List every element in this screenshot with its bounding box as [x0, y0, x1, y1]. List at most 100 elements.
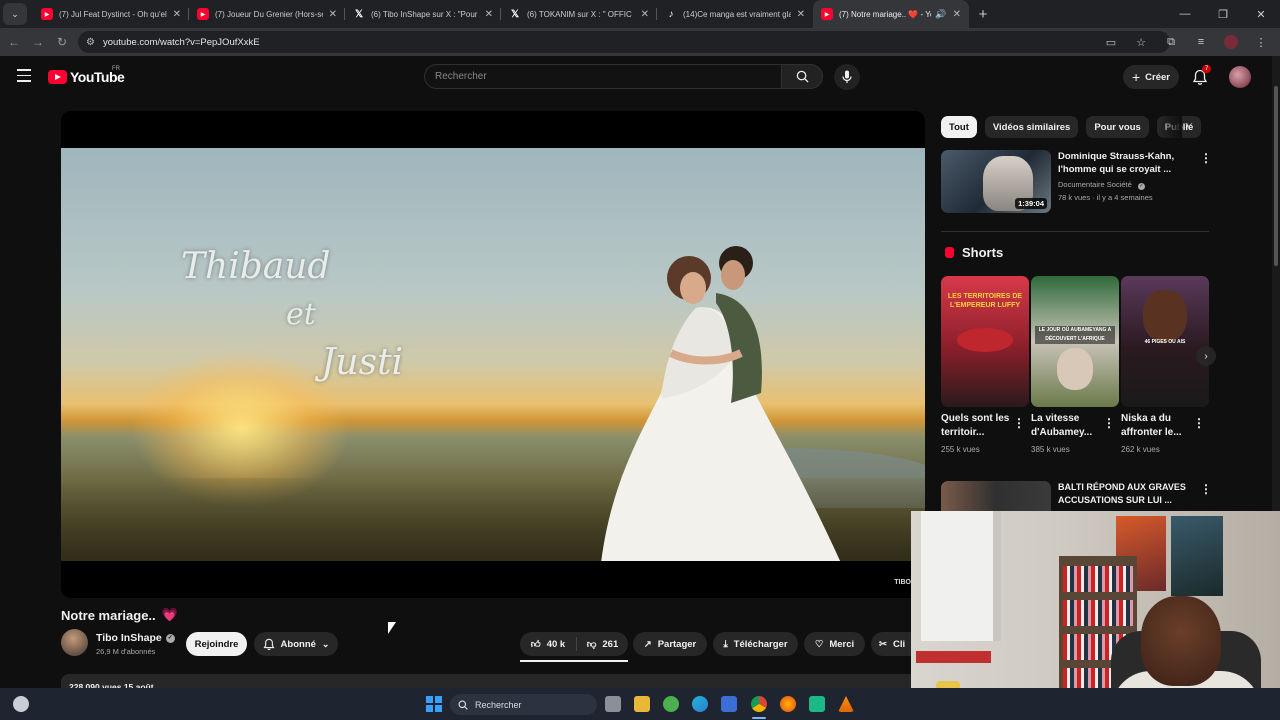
start-icon[interactable] — [426, 696, 442, 712]
chevron-right-icon[interactable]: › — [1196, 346, 1216, 366]
close-window-icon[interactable]: ✕ — [1242, 0, 1280, 28]
close-icon[interactable]: ✕ — [641, 9, 649, 20]
speaker-icon[interactable]: 🔊 — [935, 9, 946, 20]
app-icon[interactable] — [809, 696, 825, 712]
profile-icon[interactable] — [1220, 32, 1242, 52]
chrome-icon[interactable] — [751, 696, 767, 712]
browser-tab-strip: ⌄ ▶ (7) Jul Feat Dystinct - Oh qu'elle ✕… — [0, 0, 1280, 28]
chip-similar[interactable]: Vidéos similaires — [984, 116, 1079, 138]
minimize-icon[interactable]: — — [1166, 0, 1204, 28]
short-title[interactable]: La vitesse d'Aubamey... — [1031, 412, 1101, 440]
tab-2[interactable]: 𝕏 (6) Tibo InShape sur X : "Pour s ✕ — [345, 0, 501, 28]
close-icon[interactable]: ✕ — [173, 9, 181, 20]
scrollbar[interactable] — [1272, 56, 1280, 511]
firefox-icon[interactable] — [780, 696, 796, 712]
recommendation-info[interactable]: Dominique Strauss-Kahn, l'homme qui se c… — [1058, 150, 1194, 204]
search-button[interactable] — [781, 64, 823, 89]
url-field[interactable]: ⚙ youtube.com/watch?v=PepJOufXxkE — [78, 31, 1170, 53]
more-options-icon[interactable]: ⋮ — [1013, 416, 1025, 430]
thanks-label: Merci — [829, 638, 855, 650]
tab-4[interactable]: ♪ (14)Ce manga est vraiment gla ✕ — [657, 0, 813, 28]
tab-search-button[interactable]: ⌄ — [3, 3, 27, 25]
recommendation-thumbnail[interactable] — [941, 481, 1051, 515]
subscribed-button[interactable]: Abonné ⌄ — [254, 632, 338, 656]
shorts-heading: Shorts — [945, 245, 1003, 260]
chip-for-you[interactable]: Pour vous — [1086, 116, 1149, 138]
vlc-icon[interactable] — [838, 696, 854, 712]
share-icon: ↗ — [643, 638, 652, 650]
short-thumbnail[interactable]: LE JOUR OÙ AUBAMEYANG A DÉCOUVERT L'AFRI… — [1031, 276, 1119, 407]
extensions-icon[interactable]: ⧉ — [1160, 32, 1182, 52]
close-icon[interactable]: ✕ — [485, 9, 493, 20]
shorts-heading-text: Shorts — [962, 245, 1004, 260]
tab-3[interactable]: 𝕏 (6) TOKANIM sur X : " OFFIC ✕ — [501, 0, 657, 28]
close-icon[interactable]: ✕ — [953, 9, 961, 20]
recommendation-channel: Documentaire Société ✓ — [1058, 178, 1194, 191]
taskbar-search[interactable]: Rechercher — [450, 694, 597, 715]
address-bar-row: ← → ↻ ⚙ youtube.com/watch?v=PepJOufXxkE … — [0, 28, 1280, 56]
tab-title: (14)Ce manga est vraiment gla — [683, 9, 791, 19]
close-icon[interactable]: ✕ — [329, 9, 337, 20]
close-icon[interactable]: ✕ — [797, 9, 805, 20]
short-title[interactable]: Quels sont les territoir... — [941, 412, 1011, 440]
store-icon[interactable] — [721, 696, 737, 712]
channel-name[interactable]: Tibo InShape ✓ — [96, 632, 175, 644]
youtube-logo[interactable]: YouTube FR — [48, 66, 125, 85]
reload-icon[interactable]: ↻ — [50, 35, 74, 49]
more-options-icon[interactable]: ⋮ — [1103, 416, 1115, 430]
tab-1[interactable]: ▶ (7) Joueur Du Grenier (Hors-sé ✕ — [189, 0, 345, 28]
search-input[interactable]: Rechercher — [424, 64, 782, 89]
recommendation-title[interactable]: BALTI RÉPOND AUX GRAVES ACCUSATIONS SUR … — [1058, 481, 1198, 507]
file-explorer-icon[interactable] — [634, 696, 650, 712]
dislike-button[interactable]: 👎︎ 261 — [577, 638, 628, 651]
clip-button[interactable]: ✂ Cli — [871, 632, 911, 656]
thanks-icon: ♡ — [814, 638, 824, 650]
tab-5-active[interactable]: ▶ (7) Notre mariage.. ❤️ - Yo 🔊 ✕ — [813, 0, 969, 28]
reading-list-icon[interactable]: ≡ — [1190, 32, 1212, 52]
youtube-icon: ▶ — [197, 8, 209, 20]
bookmark-star-icon[interactable]: ☆ — [1130, 32, 1152, 52]
account-avatar[interactable] — [1229, 66, 1251, 88]
app-icon[interactable] — [663, 696, 679, 712]
forward-icon[interactable]: → — [26, 35, 50, 49]
widgets-icon[interactable] — [13, 696, 29, 712]
channel-avatar[interactable] — [61, 629, 88, 656]
voice-search-button[interactable] — [834, 64, 860, 90]
back-icon[interactable]: ← — [2, 35, 26, 49]
like-dislike-group: 👍︎ 40 k 👎︎ 261 — [520, 632, 628, 656]
new-tab-button[interactable]: + — [969, 6, 997, 23]
create-button[interactable]: + Créer — [1123, 65, 1179, 89]
short-thumbnail[interactable]: LES TERRITOIRES DE L'EMPEREUR LUFFY — [941, 276, 1029, 407]
notifications-button[interactable]: 7 — [1192, 65, 1212, 87]
download-button[interactable]: ⤓ Télécharger — [713, 632, 798, 656]
channel-watermark[interactable]: TIBO — [894, 579, 911, 586]
more-options-icon[interactable]: ⋮ — [1200, 482, 1212, 496]
tab-0[interactable]: ▶ (7) Jul Feat Dystinct - Oh qu'elle ✕ — [33, 0, 189, 28]
youtube-icon: ▶ — [821, 8, 833, 20]
share-button[interactable]: ↗ Partager — [633, 632, 707, 656]
couple-figure — [601, 246, 841, 561]
join-button[interactable]: Rejoindre — [186, 632, 247, 656]
menu-icon[interactable] — [17, 69, 31, 86]
edge-icon[interactable] — [692, 696, 708, 712]
menu-dots-icon[interactable]: ⋮ — [1250, 32, 1272, 52]
site-info-icon[interactable]: ⚙ — [86, 37, 95, 48]
more-options-icon[interactable]: ⋮ — [1193, 416, 1205, 430]
tab-title: (6) Tibo InShape sur X : "Pour s — [371, 9, 479, 19]
video-player[interactable]: Thibaud et Justi TIBO — [61, 111, 925, 598]
recommendation-thumbnail[interactable]: 1:39:04 — [941, 150, 1051, 213]
thanks-button[interactable]: ♡ Merci — [804, 632, 865, 656]
chip-all[interactable]: Tout — [941, 116, 977, 138]
chevron-right-icon[interactable]: › — [1185, 118, 1189, 132]
more-options-icon[interactable]: ⋮ — [1200, 151, 1212, 165]
short-title[interactable]: Niska a du affronter le... — [1121, 412, 1191, 440]
overlay-line: Justi — [321, 342, 404, 383]
restore-icon[interactable]: ❐ — [1204, 0, 1242, 28]
short-thumbnail[interactable]: 46 PIGES OU AIS — [1121, 276, 1209, 407]
task-view-icon[interactable] — [605, 696, 621, 712]
cast-icon[interactable]: ▭ — [1100, 32, 1122, 52]
like-button[interactable]: 👍︎ 40 k — [520, 637, 577, 651]
like-underline — [520, 660, 628, 662]
short-views: 262 k vues — [1121, 445, 1160, 454]
verified-icon: ✓ — [1137, 183, 1145, 190]
